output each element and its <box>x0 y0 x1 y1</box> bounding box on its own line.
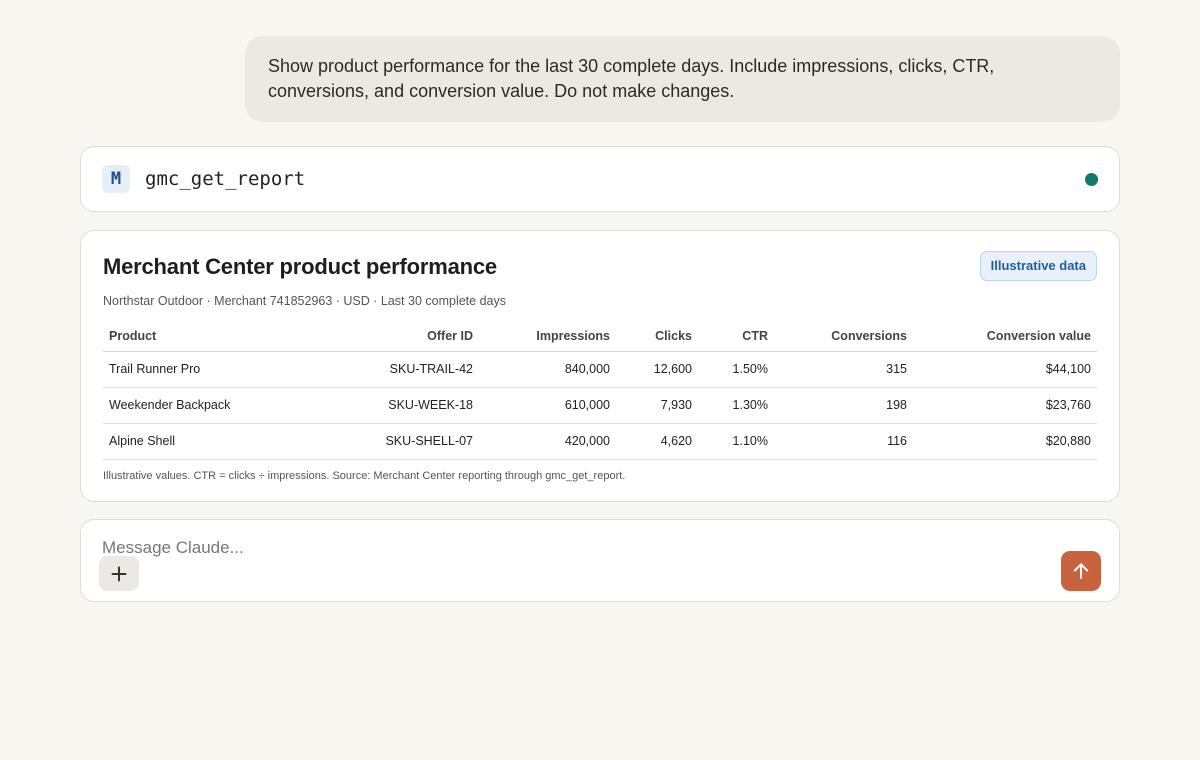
report-title: Merchant Center product performance <box>103 254 497 279</box>
merchant-tool-icon: M <box>102 165 130 193</box>
cell-clicks: 7,930 <box>616 387 698 424</box>
message-composer <box>80 519 1120 602</box>
add-attachment-button[interactable] <box>99 556 139 591</box>
table-row: Trail Runner Pro SKU-TRAIL-42 840,000 12… <box>103 351 1097 388</box>
cell-impressions: 610,000 <box>479 387 616 424</box>
cell-clicks: 4,620 <box>616 423 698 460</box>
column-header-product: Product <box>103 322 303 352</box>
cell-product: Alpine Shell <box>103 423 303 460</box>
table-row: Weekender Backpack SKU-WEEK-18 610,000 7… <box>103 387 1097 424</box>
tool-name: gmc_get_report <box>145 168 306 190</box>
cell-conversion-value: $23,760 <box>913 387 1097 424</box>
message-input[interactable] <box>102 538 1002 558</box>
plus-icon <box>111 566 127 581</box>
cell-conversion-value: $44,100 <box>913 351 1097 388</box>
illustrative-data-badge: Illustrative data <box>979 251 1097 281</box>
cell-product: Trail Runner Pro <box>103 351 303 388</box>
cell-conversions: 116 <box>774 423 913 460</box>
column-header-conversion-value: Conversion value <box>913 322 1097 352</box>
table-header-row: Product Offer ID Impressions Clicks CTR … <box>103 322 1097 352</box>
cell-offer-id: SKU-SHELL-07 <box>303 423 479 460</box>
user-message-text: Show product performance for the last 30… <box>268 56 995 101</box>
cell-clicks: 12,600 <box>616 351 698 388</box>
report-card: Merchant Center product performance Illu… <box>80 230 1120 502</box>
column-header-ctr: CTR <box>698 322 774 352</box>
cell-impressions: 420,000 <box>479 423 616 460</box>
column-header-offer-id: Offer ID <box>303 322 479 352</box>
column-header-impressions: Impressions <box>479 322 616 352</box>
column-header-clicks: Clicks <box>616 322 698 352</box>
status-dot-icon <box>1085 172 1098 186</box>
report-footnote: Illustrative values. CTR = clicks ÷ impr… <box>103 469 626 482</box>
cell-ctr: 1.30% <box>698 387 774 424</box>
table-row: Alpine Shell SKU-SHELL-07 420,000 4,620 … <box>103 423 1097 460</box>
arrow-up-icon <box>1073 563 1089 579</box>
cell-conversions: 198 <box>774 387 913 424</box>
cell-ctr: 1.10% <box>698 423 774 460</box>
cell-offer-id: SKU-TRAIL-42 <box>303 351 479 388</box>
cell-conversions: 315 <box>774 351 913 388</box>
send-button[interactable] <box>1061 551 1101 591</box>
cell-ctr: 1.50% <box>698 351 774 388</box>
user-message: Show product performance for the last 30… <box>245 36 1120 122</box>
column-header-conversions: Conversions <box>774 322 913 352</box>
cell-offer-id: SKU-WEEK-18 <box>303 387 479 424</box>
cell-impressions: 840,000 <box>479 351 616 388</box>
performance-table: Product Offer ID Impressions Clicks CTR … <box>103 322 1097 460</box>
cell-conversion-value: $20,880 <box>913 423 1097 460</box>
tool-call-card[interactable]: M gmc_get_report <box>80 146 1120 212</box>
report-subtitle: Northstar Outdoor · Merchant 741852963 ·… <box>103 294 506 308</box>
cell-product: Weekender Backpack <box>103 387 303 424</box>
